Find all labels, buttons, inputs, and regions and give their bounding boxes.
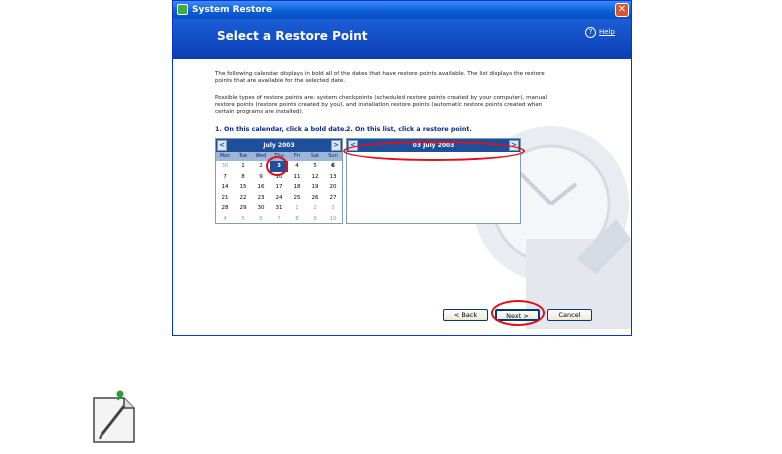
- calendar-day[interactable]: 11: [288, 172, 306, 183]
- calendar: < July 2003 > Mon Tue Wed Thu Fri Sat Su…: [215, 138, 343, 224]
- calendar-day[interactable]: 23: [252, 193, 270, 204]
- step2-label: 2. On this list, click a restore point.: [346, 126, 472, 133]
- calendar-day[interactable]: 6: [324, 161, 342, 172]
- calendar-day[interactable]: 4: [288, 161, 306, 172]
- title-bar: System Restore ✕: [173, 1, 631, 19]
- help-label: Help: [599, 28, 615, 36]
- calendar-day[interactable]: 29: [234, 203, 252, 214]
- calendar-day[interactable]: 20: [324, 182, 342, 193]
- calendar-next-button[interactable]: >: [331, 140, 341, 151]
- day-name: Mon: [219, 153, 231, 159]
- calendar-day[interactable]: 4: [216, 214, 234, 225]
- calendar-day[interactable]: 2: [306, 203, 324, 214]
- calendar-day[interactable]: 5: [234, 214, 252, 225]
- calendar-day[interactable]: 24: [270, 193, 288, 204]
- highlight-selected-date: [266, 156, 288, 176]
- calendar-day[interactable]: 5: [306, 161, 324, 172]
- calendar-day[interactable]: 15: [234, 182, 252, 193]
- highlight-restore-point-row: [343, 141, 525, 161]
- wizard-header: Select a Restore Point ? Help: [173, 19, 631, 59]
- close-button[interactable]: ✕: [615, 3, 629, 17]
- calendar-day[interactable]: 21: [216, 193, 234, 204]
- day-name: Sat: [310, 153, 320, 159]
- calendar-day[interactable]: 13: [324, 172, 342, 183]
- calendar-day[interactable]: 1: [234, 161, 252, 172]
- calendar-day[interactable]: 19: [306, 182, 324, 193]
- calendar-day[interactable]: 18: [288, 182, 306, 193]
- calendar-day[interactable]: 30: [252, 203, 270, 214]
- calendar-day[interactable]: 31: [270, 203, 288, 214]
- calendar-day[interactable]: 25: [288, 193, 306, 204]
- system-restore-window: System Restore ✕ Select a Restore Point …: [172, 0, 632, 336]
- back-button[interactable]: < Back: [443, 309, 488, 321]
- day-name: Sun: [328, 153, 338, 159]
- calendar-day[interactable]: 1: [288, 203, 306, 214]
- calendar-day[interactable]: 9: [252, 172, 270, 183]
- calendar-day[interactable]: 28: [216, 203, 234, 214]
- calendar-day[interactable]: 7: [270, 214, 288, 225]
- cancel-button[interactable]: Cancel: [547, 309, 592, 321]
- calendar-day[interactable]: 8: [234, 172, 252, 183]
- step1-label: 1. On this calendar, click a bold date.: [215, 126, 347, 133]
- day-name: Tue: [238, 153, 248, 159]
- day-name: Fri: [294, 153, 300, 159]
- calendar-day[interactable]: 26: [306, 193, 324, 204]
- wizard-content: The following calendar displays in bold …: [173, 59, 631, 335]
- calendar-day[interactable]: 14: [216, 182, 234, 193]
- calendar-day[interactable]: 9: [306, 214, 324, 225]
- page-title: Select a Restore Point: [217, 29, 368, 43]
- restore-types-text: Possible types of restore points are: sy…: [215, 95, 548, 115]
- calendar-day[interactable]: 17: [270, 182, 288, 193]
- system-restore-icon: [177, 4, 188, 15]
- calendar-day[interactable]: 3: [324, 203, 342, 214]
- calendar-day[interactable]: 22: [234, 193, 252, 204]
- calendar-day[interactable]: 7: [216, 172, 234, 183]
- calendar-day[interactable]: 16: [252, 182, 270, 193]
- calendar-day[interactable]: 12: [306, 172, 324, 183]
- calendar-day[interactable]: 8: [288, 214, 306, 225]
- calendar-day[interactable]: 6: [252, 214, 270, 225]
- calendar-day[interactable]: 10: [324, 214, 342, 225]
- calendar-day[interactable]: 30: [216, 161, 234, 172]
- highlight-next-button: [491, 300, 545, 326]
- pencil-note-icon: [93, 390, 135, 443]
- calendar-day[interactable]: 27: [324, 193, 342, 204]
- calendar-month: July 2003: [263, 142, 295, 149]
- help-link[interactable]: ? Help: [585, 27, 615, 38]
- window-title: System Restore: [192, 5, 273, 15]
- help-icon: ?: [585, 27, 597, 38]
- intro-text: The following calendar displays in bold …: [215, 71, 545, 84]
- calendar-header: < July 2003 >: [216, 139, 342, 152]
